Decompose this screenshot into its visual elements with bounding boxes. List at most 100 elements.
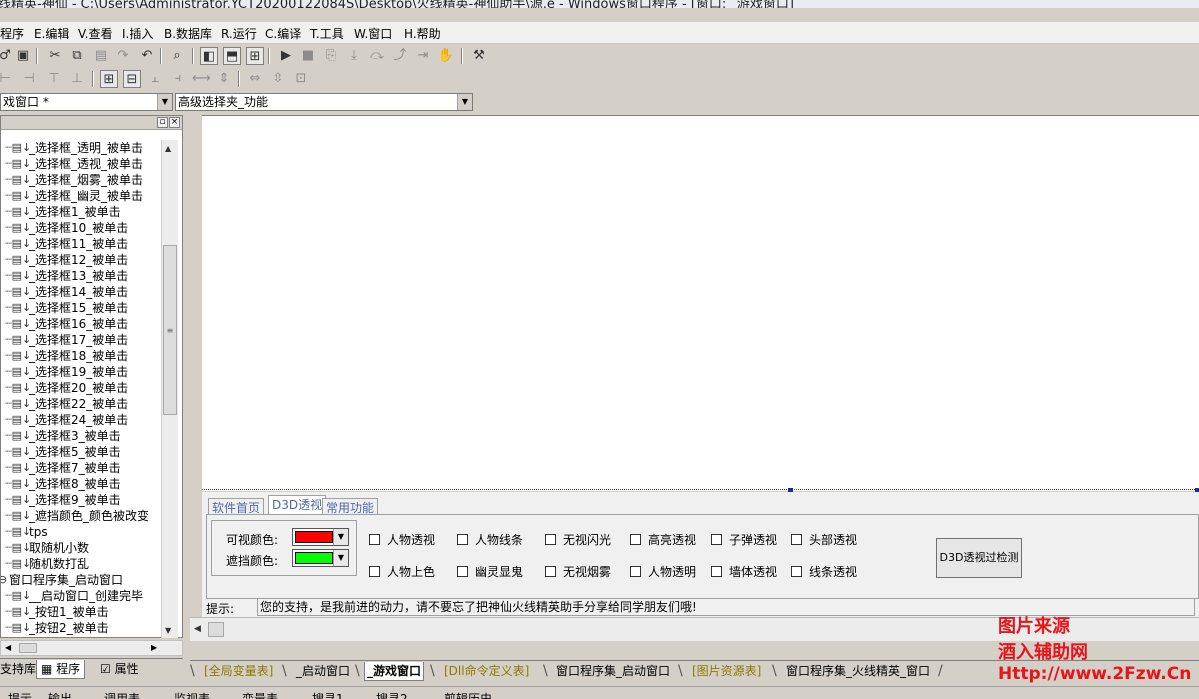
hscroll-thumb[interactable]	[19, 643, 37, 653]
step-into-icon[interactable]: ⤓	[345, 47, 363, 65]
tree-item[interactable]: ┈▤↓ _选择框9_被单击	[1, 492, 161, 508]
tab-image-resources[interactable]: [图片资源表]	[690, 662, 763, 681]
tab-watch[interactable]: 监视表	[174, 690, 210, 699]
expand-width-icon[interactable]: ⇔	[246, 70, 264, 88]
checkbox-box[interactable]	[791, 566, 802, 577]
checkbox-box[interactable]	[369, 534, 380, 545]
checkbox-box[interactable]	[630, 534, 641, 545]
tab-search1[interactable]: 搜寻1	[312, 690, 344, 699]
same-height-icon[interactable]: ⫞	[169, 70, 187, 88]
space-horizontal-icon[interactable]: ⟷	[192, 70, 211, 88]
tab-clip-history[interactable]: 剪辑历史	[444, 690, 492, 699]
menu-edit[interactable]: E.编辑	[34, 25, 69, 42]
hand-icon[interactable]: ✋	[437, 47, 455, 65]
save-icon[interactable]: ▣	[14, 47, 32, 65]
d3d-bypass-detection-button[interactable]: D3D透视过检测	[936, 538, 1022, 578]
checkbox-box[interactable]	[711, 534, 722, 545]
tree-item[interactable]: ┈▤↓ __启动窗口_创建完毕	[1, 588, 161, 604]
tree-hscrollbar[interactable]: ◀ ▶	[0, 640, 183, 656]
tree-item[interactable]: ┈▤↓ _按钮2_被单击	[1, 620, 161, 636]
tree-item[interactable]: ┈▤↓ _选择框13_被单击	[1, 268, 161, 284]
scroll-left-icon[interactable]: ◀	[194, 624, 201, 634]
tab-global-variables[interactable]: [全局变量表]	[202, 662, 275, 681]
redo-icon[interactable]: ↷	[114, 47, 132, 65]
center-horizontal-icon[interactable]: ⊞	[100, 70, 118, 88]
tree-item[interactable]: ┈▤↓ tps	[1, 524, 161, 540]
chevron-down-icon[interactable]: ▼	[333, 529, 348, 545]
tree-item[interactable]: ┈▤↓ _选择框7_被单击	[1, 460, 161, 476]
tree-item[interactable]: ┈▤↓ _选择框_透明_被单击	[1, 140, 161, 156]
layout-left-icon[interactable]: ◧	[200, 47, 218, 65]
occlude-color-picker[interactable]: ▼	[292, 549, 349, 567]
visible-color-picker[interactable]: ▼	[292, 528, 349, 546]
scroll-thumb[interactable]: ≡	[163, 245, 177, 415]
tree-item[interactable]: ┈▤↓ _选择框_透视_被单击	[1, 156, 161, 172]
checkbox-box[interactable]	[457, 566, 468, 577]
tree-scrollbar[interactable]: ▲ ≡ ▼	[161, 140, 178, 638]
scroll-down-icon[interactable]: ▼	[165, 626, 171, 635]
tree-item[interactable]: ┈▤↓ _选择框8_被单击	[1, 476, 161, 492]
hscroll-thumb[interactable]	[208, 622, 224, 637]
tree-item[interactable]: ┈▤↓ _选择框_烟雾_被单击	[1, 172, 161, 188]
cut-icon[interactable]: ✂	[46, 47, 64, 65]
step-out-icon[interactable]: ⤴	[391, 47, 409, 65]
menu-run[interactable]: R.运行	[221, 25, 257, 42]
step-over-icon[interactable]: ⤼	[368, 47, 386, 65]
tab-program[interactable]: ▦ 程序	[36, 660, 86, 679]
close-icon[interactable]: ×	[169, 117, 180, 128]
menu-insert[interactable]: I.插入	[122, 25, 153, 42]
tree-item[interactable]: ┈▤↓ _选择框_幽灵_被单击	[1, 188, 161, 204]
copy-icon[interactable]: ⧉	[68, 47, 86, 65]
checkbox-box[interactable]	[369, 566, 380, 577]
tree-item[interactable]: ┈▤↓ _选择框16_被单击	[1, 316, 161, 332]
menu-database[interactable]: B.数据库	[164, 25, 212, 42]
tab-search2[interactable]: 搜寻2	[376, 690, 408, 699]
menu-view[interactable]: V.查看	[78, 25, 112, 42]
chevron-down-icon[interactable]: ▼	[333, 550, 348, 566]
fit-grid-icon[interactable]: ⊡	[292, 70, 310, 88]
tree-item[interactable]: ┈▤↓ _选择框15_被单击	[1, 300, 161, 316]
run-icon[interactable]: ▶	[277, 47, 295, 65]
stop-icon[interactable]: ■	[299, 47, 317, 65]
debug-step-icon[interactable]: ⎘	[322, 47, 340, 65]
checkbox-box[interactable]	[791, 534, 802, 545]
form-designer-canvas[interactable]	[202, 115, 1199, 491]
tab-startup-window-assembly[interactable]: 窗口程序集_启动窗口	[554, 662, 672, 681]
tree-item[interactable]: ┈▤↓ _选择框5_被单击	[1, 444, 161, 460]
tree-item[interactable]: ┈▤↓ _按钮1_被单击	[1, 604, 161, 620]
tab-output[interactable]: 输出	[48, 690, 72, 699]
tree-item[interactable]: ┈▤↓ _选择框1_被单击	[1, 204, 161, 220]
tree-item[interactable]: ┈▤↓ _选择框12_被单击	[1, 252, 161, 268]
tree-item[interactable]: ┈▤↓ _选择框19_被单击	[1, 364, 161, 380]
tree-item[interactable]: ┈▤↓ 取随机小数	[1, 540, 161, 556]
tab-call-stack[interactable]: 调用表	[104, 690, 140, 699]
event-select-combo[interactable]: 高级选择夹_功能 ▼	[175, 93, 473, 111]
tab-dll-commands[interactable]: [Dll命令定义表]	[442, 662, 531, 681]
tree-item[interactable]: ┈▤↓ _选择框11_被单击	[1, 236, 161, 252]
open-icon[interactable]: ♂	[0, 47, 14, 65]
menu-program[interactable]: 程序	[0, 25, 24, 42]
find-icon[interactable]: ⌕	[168, 47, 186, 65]
tree-item[interactable]: ┈▤↓ _选择框14_被单击	[1, 284, 161, 300]
align-center-icon[interactable]: ⊣	[20, 70, 38, 88]
chevron-down-icon[interactable]: ▼	[457, 94, 472, 110]
tree-item[interactable]: ┈▤↓ _选择框17_被单击	[1, 332, 161, 348]
layout-grid-icon[interactable]: ⊞	[246, 47, 264, 65]
tab-game-window-assembly[interactable]: 窗口程序集_火线精英_窗口	[784, 662, 932, 681]
chevron-down-icon[interactable]: ▼	[157, 94, 172, 110]
window-select-combo[interactable]: 戏窗口 * ▼	[0, 93, 173, 111]
restore-icon[interactable]: ▫	[157, 117, 168, 128]
tree-item[interactable]: ┈▤↓ _选择框18_被单击	[1, 348, 161, 364]
checkbox-box[interactable]	[630, 566, 641, 577]
tab-startup-window[interactable]: _启动窗口	[294, 662, 352, 681]
tree-item[interactable]: ┈▤↓ _选择框10_被单击	[1, 220, 161, 236]
same-width-icon[interactable]: ⫠	[146, 70, 164, 88]
center-vertical-icon[interactable]: ⊟	[123, 70, 141, 88]
checkbox-box[interactable]	[457, 534, 468, 545]
tree-item[interactable]: ┈▤↓ _选择框20_被单击	[1, 380, 161, 396]
tree-item[interactable]: ┈▤↓ _选择框22_被单击	[1, 396, 161, 412]
expand-height-icon[interactable]: ⇳	[269, 70, 287, 88]
checkbox-box[interactable]	[545, 566, 556, 577]
tree-group[interactable]: ⊖ 窗口程序集_启动窗口	[1, 572, 161, 588]
tab-tips[interactable]: 提示	[8, 690, 32, 699]
